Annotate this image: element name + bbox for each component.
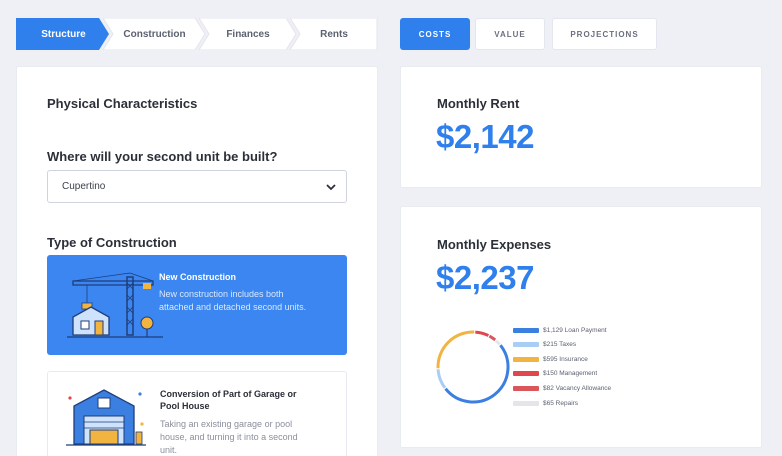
option-desc-line: Taking an existing garage or pool — [160, 419, 293, 429]
tab-projections[interactable]: PROJECTIONS — [552, 18, 657, 50]
step-nav: Structure Construction Finances Rents — [16, 18, 378, 50]
step-label: Rents — [320, 28, 348, 40]
location-question: Where will your second unit be built? — [47, 149, 278, 164]
section-title: Physical Characteristics — [47, 96, 198, 111]
donut-slice — [488, 334, 497, 342]
step-label: Finances — [226, 28, 270, 40]
option-desc-line: house, and turning it into a second — [160, 432, 298, 442]
legend-label: $150 Management — [543, 370, 598, 378]
expenses-donut-chart — [436, 330, 510, 404]
step-finances[interactable]: Finances — [199, 18, 297, 50]
legend-label: $595 Insurance — [543, 355, 588, 363]
legend-item: $150 Management — [513, 369, 597, 379]
legend-swatch — [513, 356, 539, 362]
chevron-down-icon — [326, 184, 336, 191]
step-label: Structure — [41, 28, 86, 40]
legend-swatch — [513, 371, 539, 377]
legend-swatch — [513, 327, 539, 333]
legend-item: $1,129 Loan Payment — [513, 325, 607, 335]
option-desc-line: unit. — [160, 445, 178, 455]
tab-value[interactable]: VALUE — [475, 18, 545, 50]
option-title-line: Conversion of Part of Garage or — [160, 389, 297, 399]
option-desc-line: attached and detached second units. — [159, 302, 307, 312]
legend-item: $65 Repairs — [513, 398, 578, 408]
garage-conversion-icon — [66, 389, 146, 446]
donut-slice — [444, 344, 510, 404]
legend-swatch — [513, 342, 539, 348]
step-rents[interactable]: Rents — [290, 18, 378, 50]
option-garage-conversion[interactable]: Conversion of Part of Garage or Pool Hou… — [47, 371, 347, 456]
legend-item: $595 Insurance — [513, 354, 588, 364]
monthly-rent-value: $2,142 — [436, 118, 534, 155]
step-construction[interactable]: Construction — [103, 18, 206, 50]
donut-slice — [475, 330, 490, 337]
legend-item: $215 Taxes — [513, 340, 576, 350]
option-title: New Construction — [159, 272, 237, 282]
option-title-line: Pool House — [160, 401, 210, 411]
donut-slice — [436, 369, 447, 389]
donut-slice — [436, 330, 475, 369]
option-new-construction[interactable]: New Construction New construction includ… — [47, 255, 347, 355]
step-structure[interactable]: Structure — [16, 18, 111, 50]
legend-label: $82 Vacancy Allowance — [543, 384, 612, 392]
option-desc-line: New construction includes both — [159, 289, 284, 299]
donut-slice — [495, 339, 501, 346]
location-select-value: Cupertino — [62, 181, 106, 192]
legend-swatch — [513, 400, 539, 406]
monthly-expenses-value: $2,237 — [436, 259, 534, 296]
legend-label: $1,129 Loan Payment — [543, 326, 607, 334]
legend-item: $82 Vacancy Allowance — [513, 383, 611, 393]
legend-swatch — [513, 385, 539, 391]
crane-house-icon — [67, 272, 163, 338]
step-label: Construction — [123, 28, 186, 40]
tab-costs[interactable]: COSTS — [400, 18, 470, 50]
legend-label: $215 Taxes — [543, 341, 577, 349]
construction-type-title: Type of Construction — [47, 235, 177, 250]
monthly-rent-title: Monthly Rent — [437, 96, 520, 111]
legend-label: $65 Repairs — [543, 399, 579, 407]
location-select[interactable]: Cupertino — [47, 170, 347, 203]
monthly-expenses-title: Monthly Expenses — [437, 237, 552, 252]
